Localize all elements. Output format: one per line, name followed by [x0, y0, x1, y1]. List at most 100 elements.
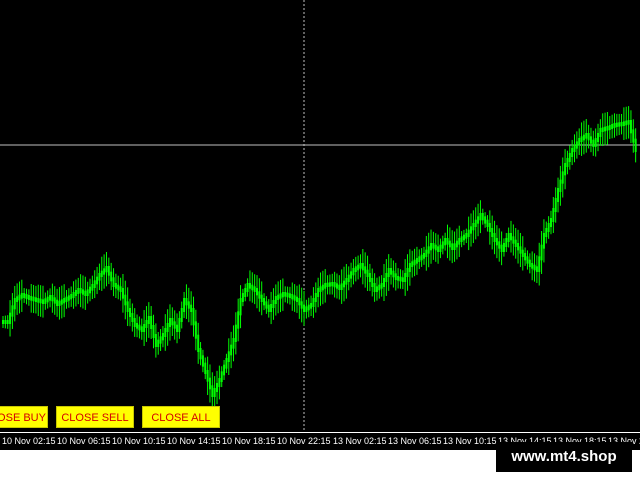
candle-body	[319, 286, 322, 292]
candle-body	[46, 296, 49, 303]
candle-body	[413, 259, 416, 266]
candle-body	[343, 280, 346, 288]
watermark: www.mt4.shop	[496, 442, 632, 472]
candle-body	[241, 293, 244, 302]
candle-body	[620, 122, 623, 127]
candle-body	[272, 300, 275, 308]
candle-body	[41, 299, 44, 304]
candle-body	[281, 292, 284, 298]
candle-body	[566, 158, 569, 167]
candle-body	[121, 288, 124, 299]
candle-body	[98, 273, 101, 281]
candle-body	[571, 148, 574, 157]
candle-body	[140, 326, 143, 332]
candle-body	[451, 243, 454, 250]
candle-body	[350, 271, 353, 279]
candle-body	[589, 136, 592, 144]
candle-body	[314, 293, 317, 302]
candle-body	[328, 282, 331, 287]
candle-body	[383, 278, 385, 287]
candle-body	[526, 256, 529, 264]
candle-body	[357, 264, 360, 271]
candle-body	[190, 304, 193, 312]
candle-body	[422, 253, 425, 259]
candle-body	[32, 296, 35, 302]
candle-body	[542, 233, 545, 249]
time-axis-label: 13 Nov 06:15	[388, 436, 442, 446]
candle-body	[25, 294, 28, 299]
time-axis-label: 13 Nov 02:15	[333, 436, 387, 446]
candle-body	[23, 293, 26, 298]
candle-body	[114, 283, 117, 289]
candle-body	[178, 318, 181, 332]
candle-body	[192, 308, 195, 326]
candle-body	[293, 295, 296, 301]
candle-body	[183, 298, 186, 312]
close-buy-button[interactable]: CLOSE BUY	[0, 406, 48, 428]
candle-body	[63, 298, 66, 304]
candle-body	[580, 136, 583, 142]
candle-body	[51, 295, 54, 302]
candle-body	[145, 320, 148, 328]
candle-body	[152, 325, 155, 338]
candle-body	[258, 291, 261, 299]
candle-body	[326, 282, 329, 287]
time-axis-label: 10 Nov 06:15	[57, 436, 111, 446]
candle-body	[484, 216, 487, 224]
candle-body	[2, 320, 4, 324]
candle-body	[93, 280, 96, 288]
candle-body	[573, 144, 576, 152]
candle-body	[390, 268, 393, 275]
candle-body	[227, 351, 230, 362]
candle-body	[119, 286, 122, 292]
candle-body	[335, 283, 338, 289]
price-chart[interactable]: CLOSE BUY CLOSE SELL CLOSE ALL	[0, 0, 640, 432]
candle-body	[77, 288, 80, 294]
candle-body	[18, 294, 21, 301]
candle-body	[361, 263, 364, 271]
candle-body	[594, 138, 597, 147]
candle-body	[288, 293, 291, 298]
candle-body	[411, 261, 414, 267]
candle-body	[117, 284, 120, 291]
close-sell-button[interactable]: CLOSE SELL	[56, 406, 134, 428]
candle-body	[441, 241, 444, 249]
candle-body	[375, 286, 378, 292]
candle-body	[585, 133, 588, 139]
candle-body	[625, 120, 628, 126]
candle-body	[394, 273, 397, 280]
candle-body	[561, 171, 564, 184]
candle-body	[519, 246, 522, 254]
candle-body	[528, 259, 531, 267]
candle-body	[126, 301, 129, 312]
candlestick-chart[interactable]	[0, 0, 640, 432]
candle-body	[474, 219, 477, 227]
candle-body	[197, 334, 200, 352]
candle-body	[246, 283, 249, 292]
candle-body	[166, 323, 169, 332]
candle-body	[168, 318, 171, 327]
candle-body	[622, 121, 625, 126]
candle-body	[371, 278, 374, 287]
candle-body	[286, 292, 289, 298]
candle-body	[6, 320, 9, 324]
time-axis-label: 10 Nov 22:15	[277, 436, 331, 446]
candle-body	[86, 289, 89, 296]
candle-body	[260, 294, 263, 302]
candle-body	[208, 377, 211, 390]
candle-body	[427, 246, 430, 254]
candle-body	[347, 274, 350, 282]
candle-body	[331, 282, 334, 287]
candle-body	[510, 233, 512, 241]
close-all-button[interactable]: CLOSE ALL	[142, 406, 220, 428]
candle-body	[56, 299, 59, 306]
candle-body	[157, 339, 160, 347]
candle-body	[81, 289, 84, 295]
candle-body	[629, 120, 632, 134]
candle-body	[364, 266, 367, 274]
candle-body	[185, 298, 188, 306]
candle-body	[256, 288, 258, 296]
candle-body	[481, 213, 484, 221]
candle-body	[60, 299, 63, 305]
candle-body	[502, 243, 505, 252]
